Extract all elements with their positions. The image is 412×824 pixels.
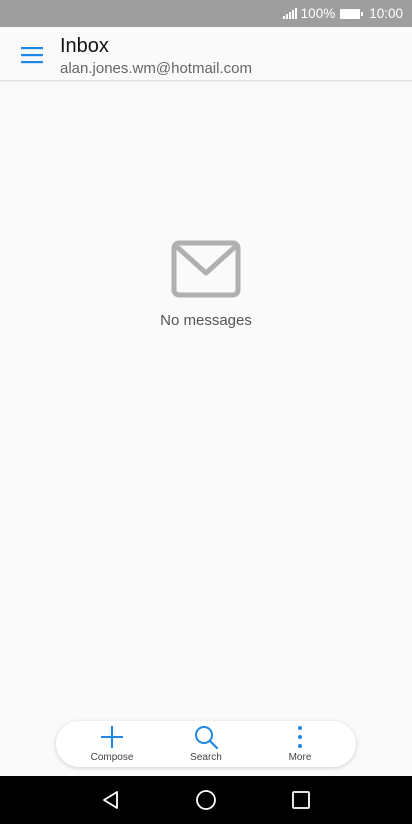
home-button[interactable] (186, 780, 226, 820)
status-bar: 100% 10:00 (0, 0, 412, 27)
more-label: More (288, 752, 312, 763)
envelope-icon (171, 240, 241, 298)
back-button[interactable] (91, 780, 131, 820)
hamburger-menu-icon (21, 47, 43, 64)
empty-state: No messages (0, 240, 412, 329)
back-triangle-icon (103, 791, 119, 809)
recents-square-icon (291, 791, 310, 809)
more-button[interactable]: More (254, 721, 346, 767)
more-vertical-icon (298, 726, 302, 748)
plus-icon (101, 726, 123, 748)
app-header: Inbox alan.jones.wm@hotmail.com (0, 27, 412, 81)
search-icon (195, 726, 219, 750)
bottom-toolbar: Compose Search More (56, 721, 356, 767)
system-nav-bar (0, 776, 412, 824)
search-label: Search (190, 752, 222, 763)
clock: 10:00 (369, 6, 403, 21)
menu-button[interactable] (14, 37, 50, 73)
battery-percent: 100% (300, 6, 336, 21)
empty-message: No messages (160, 312, 252, 329)
account-email: alan.jones.wm@hotmail.com (60, 60, 252, 77)
signal-icon (282, 8, 297, 19)
page-title: Inbox (60, 35, 109, 57)
home-circle-icon (196, 790, 216, 810)
recents-button[interactable] (281, 780, 321, 820)
compose-button[interactable]: Compose (66, 721, 158, 767)
battery-icon (340, 8, 364, 19)
search-button[interactable]: Search (160, 721, 252, 767)
compose-label: Compose (90, 752, 134, 763)
